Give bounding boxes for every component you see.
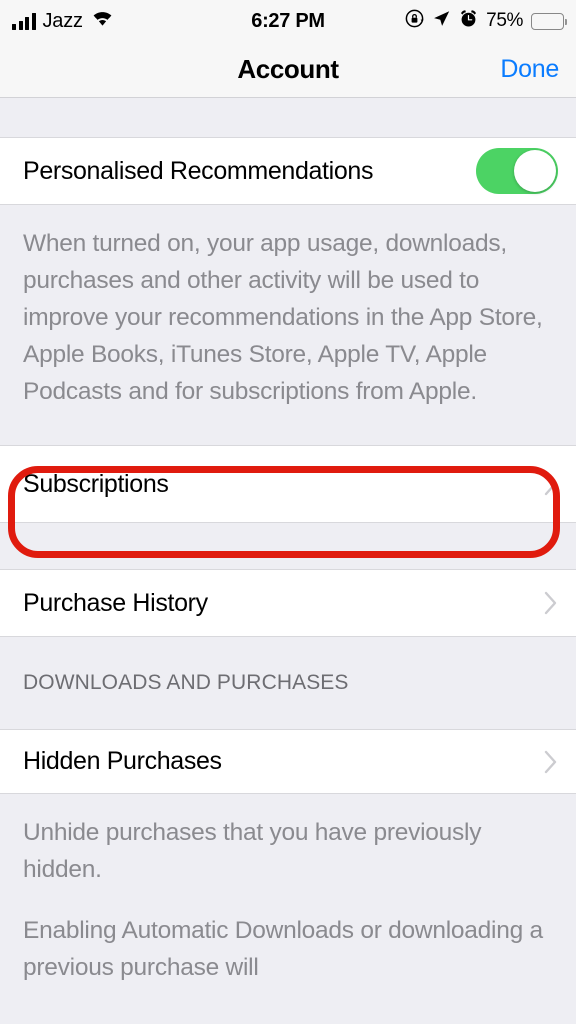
status-bar-right: 75% xyxy=(405,9,567,33)
toggle-knob xyxy=(514,150,556,192)
personalised-recommendations-label: Personalised Recommendations xyxy=(23,156,374,185)
chevron-right-icon xyxy=(544,472,557,496)
wifi-icon xyxy=(91,10,114,32)
purchase-history-label: Purchase History xyxy=(23,588,208,617)
purchase-history-row[interactable]: Purchase History xyxy=(0,569,576,637)
navigation-bar: Account Done xyxy=(0,42,576,98)
iphone-screen: Jazz 6:27 PM 75% Account Done Personalis… xyxy=(0,0,576,1024)
carrier-name: Jazz xyxy=(42,9,84,32)
chevron-right-icon xyxy=(544,750,557,773)
hidden-purchases-label: Hidden Purchases xyxy=(23,747,222,775)
chevron-right-icon xyxy=(544,591,557,615)
settings-table[interactable]: Personalised Recommendations When turned… xyxy=(0,99,576,1024)
hidden-purchases-row[interactable]: Hidden Purchases xyxy=(0,729,576,794)
downloads-and-purchases-header: DOWNLOADS AND PURCHASES xyxy=(23,671,349,694)
page-title: Account xyxy=(237,54,339,84)
top-spacer xyxy=(0,99,576,137)
personalised-recommendations-row[interactable]: Personalised Recommendations xyxy=(0,137,576,205)
personalised-recommendations-toggle[interactable] xyxy=(476,148,558,194)
battery-percentage: 75% xyxy=(486,10,523,31)
done-button[interactable]: Done xyxy=(500,55,559,84)
hidden-purchases-footer: Unhide purchases that you have previousl… xyxy=(23,819,482,883)
automatic-downloads-footer: Enabling Automatic Downloads or download… xyxy=(23,917,543,981)
spacer-before-purchase-history xyxy=(0,523,576,569)
alarm-clock-icon xyxy=(459,9,478,33)
subscriptions-label: Subscriptions xyxy=(23,469,169,498)
cellular-signal-icon xyxy=(12,12,36,30)
spacer-before-subscriptions xyxy=(0,423,576,445)
location-arrow-icon xyxy=(432,9,451,33)
battery-icon xyxy=(531,12,567,30)
rotation-lock-icon xyxy=(405,9,424,33)
status-bar: Jazz 6:27 PM 75% xyxy=(0,0,576,42)
subscriptions-row[interactable]: Subscriptions xyxy=(0,445,576,523)
personalised-recommendations-footer: When turned on, your app usage, download… xyxy=(23,230,543,405)
status-bar-left: Jazz xyxy=(12,10,114,33)
